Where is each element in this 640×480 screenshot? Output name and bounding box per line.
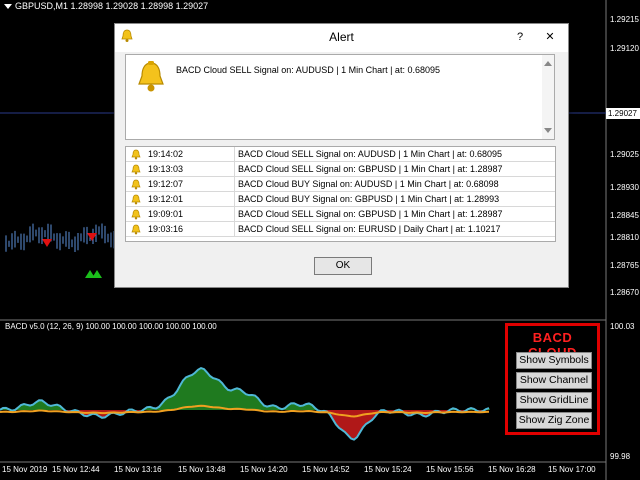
alert-text: BACD Cloud BUY Signal on: GBPUSD | 1 Min… (238, 194, 500, 204)
time-label: 15 Nov 13:16 (114, 465, 162, 474)
chart-stage: GBPUSD,M1 1.28998 1.29028 1.28998 1.2902… (0, 0, 640, 480)
list-item[interactable]: 19:09:01 BACD Cloud SELL Signal on: GBPUS… (126, 207, 555, 222)
alert-time: 19:09:01 (148, 209, 184, 219)
symbol-info: GBPUSD,M1 1.28998 1.29028 1.28998 1.2902… (4, 1, 208, 11)
help-button[interactable]: ? (511, 28, 529, 46)
show-gridline-button[interactable]: Show GridLine (516, 392, 592, 409)
close-button[interactable]: ✕ (541, 28, 559, 46)
bell-icon (131, 224, 141, 235)
time-label: 15 Nov 15:24 (364, 465, 412, 474)
price-label: 1.28765 (610, 261, 639, 270)
bell-icon (131, 164, 141, 175)
price-label: 1.28810 (610, 233, 639, 242)
alert-text: BACD Cloud SELL Signal on: AUDUSD | 1 Mi… (238, 149, 502, 159)
list-item[interactable]: 19:13:03 BACD Cloud SELL Signal on: GBPUS… (126, 162, 555, 177)
alert-title: Alert (329, 30, 354, 44)
alert-dialog: Alert ? ✕ BACD Cloud SELL Signal on: AUD… (114, 23, 569, 288)
alert-text: BACD Cloud SELL Signal on: EURUSD | Dail… (238, 224, 501, 234)
alert-time: 19:14:02 (148, 149, 184, 159)
alert-time: 19:12:01 (148, 194, 184, 204)
time-label: 15 Nov 14:20 (240, 465, 288, 474)
alert-titlebar[interactable]: Alert ? ✕ (115, 24, 568, 52)
list-item[interactable]: 19:12:01 BACD Cloud BUY Signal on: GBPUSD… (126, 192, 555, 207)
list-item[interactable]: 19:14:02 BACD Cloud SELL Signal on: AUDUS… (126, 147, 555, 162)
alert-text: BACD Cloud SELL Signal on: GBPUSD | 1 Mi… (238, 209, 503, 219)
indicator-scale-bottom: 99.98 (610, 452, 631, 461)
alert-text: BACD Cloud BUY Signal on: AUDUSD | 1 Min… (238, 179, 499, 189)
time-label: 15 Nov 2019 (2, 465, 48, 474)
bell-icon (138, 61, 164, 92)
list-item[interactable]: 19:03:16 BACD Cloud SELL Signal on: EURUS… (126, 222, 555, 237)
column-divider (234, 207, 235, 222)
show-channel-button[interactable]: Show Channel (516, 372, 592, 389)
price-label: 1.28670 (610, 288, 639, 297)
alert-time: 19:12:07 (148, 179, 184, 189)
column-divider (234, 162, 235, 177)
time-label: 15 Nov 14:52 (302, 465, 350, 474)
sell-arrow-icon (42, 239, 52, 247)
bacd-indicator-cloud (0, 366, 490, 441)
alert-message: BACD Cloud SELL Signal on: AUDUSD | 1 Mi… (176, 65, 440, 75)
bell-icon (131, 179, 141, 190)
current-price-tag: 1.29027 (606, 108, 640, 119)
time-label: 15 Nov 13:48 (178, 465, 226, 474)
column-divider (234, 177, 235, 192)
time-label: 15 Nov 17:00 (548, 465, 596, 474)
indicator-title: BACD v5.0 (12, 26, 9) 100.00 100.00 100.… (5, 322, 217, 331)
price-label: 1.29215 (610, 15, 639, 24)
show-zig-zone-button[interactable]: Show Zig Zone (516, 412, 592, 429)
message-scrollbar[interactable] (542, 55, 554, 139)
show-symbols-button[interactable]: Show Symbols (516, 352, 592, 369)
column-divider (234, 147, 235, 162)
indicator-scale-top: 100.03 (610, 322, 635, 331)
time-label: 15 Nov 12:44 (52, 465, 100, 474)
alert-time: 19:03:16 (148, 224, 184, 234)
list-item[interactable]: 19:12:07 BACD Cloud BUY Signal on: AUDUSD… (126, 177, 555, 192)
column-divider (234, 192, 235, 207)
time-label: 15 Nov 15:56 (426, 465, 474, 474)
price-label: 1.28845 (610, 211, 639, 220)
buy-arrow-icon (92, 270, 102, 278)
scroll-up-icon[interactable] (544, 61, 552, 66)
time-label: 15 Nov 16:28 (488, 465, 536, 474)
alert-time: 19:13:03 (148, 164, 184, 174)
bell-icon (131, 194, 141, 205)
price-label: 1.28930 (610, 183, 639, 192)
dropdown-arrow-icon[interactable] (4, 4, 12, 10)
cloud-bull-area (0, 368, 490, 410)
alert-message-box: BACD Cloud SELL Signal on: AUDUSD | 1 Mi… (125, 54, 555, 140)
price-label: 1.29025 (610, 150, 639, 159)
sell-arrow-icon (87, 233, 97, 241)
alert-text: BACD Cloud SELL Signal on: GBPUSD | 1 Mi… (238, 164, 503, 174)
alert-history-list[interactable]: 19:14:02 BACD Cloud SELL Signal on: AUDUS… (125, 146, 556, 242)
cloud-bear-area (0, 410, 490, 440)
bell-icon (131, 149, 141, 160)
bacd-cloud-panel: BACD CLOUD Show Symbols Show Channel Sho… (505, 323, 600, 435)
scroll-down-icon[interactable] (544, 128, 552, 133)
price-label: 1.29120 (610, 44, 639, 53)
bell-icon (131, 209, 141, 220)
ok-button[interactable]: OK (314, 257, 372, 275)
column-divider (234, 222, 235, 237)
